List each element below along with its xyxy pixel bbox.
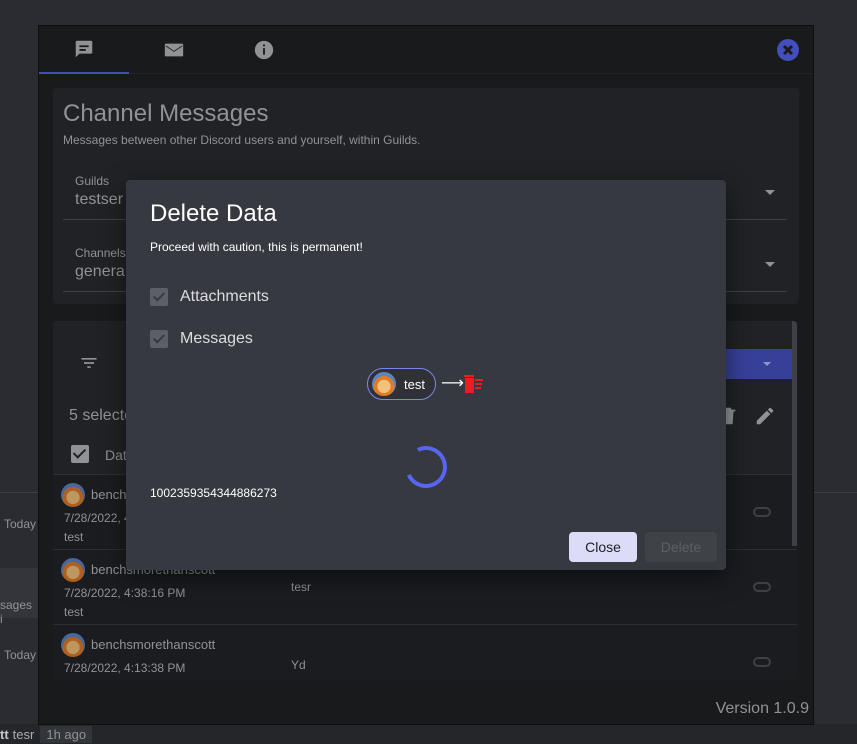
dialog-title: Delete Data (150, 200, 277, 227)
user-chip: test (367, 368, 436, 400)
checkbox-checked-icon (150, 330, 168, 348)
close-button[interactable]: Close (569, 532, 637, 562)
dialog-warning: Proceed with caution, this is permanent! (150, 240, 363, 254)
delete-button[interactable]: Delete (645, 532, 717, 562)
delete-data-dialog: Delete Data Proceed with caution, this i… (126, 180, 726, 570)
user-chip-name: test (404, 376, 425, 392)
arrow-right-icon: ⟶ (441, 375, 464, 392)
avatar (372, 372, 396, 396)
attachments-label: Attachments (180, 288, 269, 305)
trash-icon (464, 375, 483, 393)
loading-spinner (399, 440, 453, 494)
attachments-checkbox[interactable]: Attachments (150, 286, 269, 308)
messages-checkbox[interactable]: Messages (150, 328, 253, 350)
checkbox-checked-icon (150, 288, 168, 306)
messages-label: Messages (180, 330, 253, 347)
current-message-id: 1002359354344886273 (150, 486, 277, 500)
